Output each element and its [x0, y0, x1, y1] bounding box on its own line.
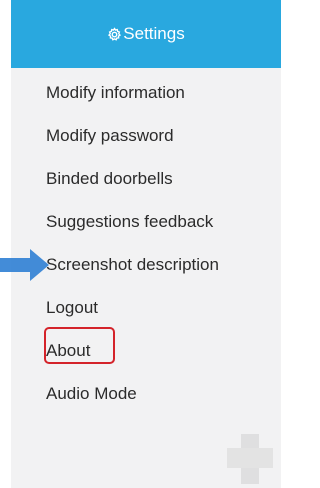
watermark-graphic	[227, 434, 273, 484]
menu-item-modify-password[interactable]: Modify password	[11, 114, 281, 157]
gear-icon	[108, 26, 122, 41]
menu-item-modify-information[interactable]: Modify information	[11, 71, 281, 114]
page-title: Settings	[123, 24, 185, 43]
pointer-arrow-icon	[0, 249, 49, 281]
menu-item-screenshot-description[interactable]: Screenshot description	[11, 243, 281, 286]
settings-menu-panel: Settings Modify information Modify passw…	[11, 0, 281, 488]
menu-item-audio-mode[interactable]: Audio Mode	[11, 372, 281, 415]
menu-item-logout[interactable]: Logout	[11, 286, 281, 329]
menu-item-binded-doorbells[interactable]: Binded doorbells	[11, 157, 281, 200]
header-title-group: Settings	[107, 0, 185, 68]
about-highlight-box	[44, 327, 115, 364]
settings-header: Settings	[11, 0, 281, 68]
menu-item-suggestions-feedback[interactable]: Suggestions feedback	[11, 200, 281, 243]
screenshot-frame: Settings Modify information Modify passw…	[0, 0, 281, 488]
